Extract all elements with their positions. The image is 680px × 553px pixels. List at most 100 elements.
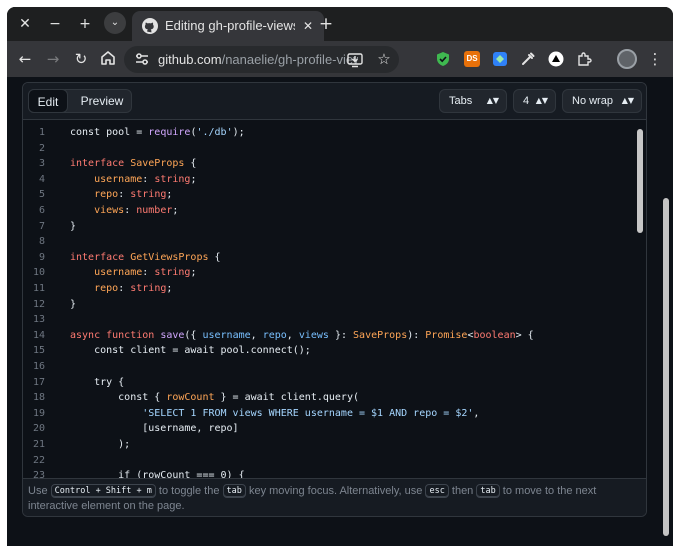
wrap-mode-select[interactable]: No wrap ▲▼	[562, 89, 642, 113]
code-line[interactable]: 16	[23, 359, 635, 375]
code-line[interactable]: 8	[23, 234, 635, 250]
editor-help-footer: Use Control + Shift + m to toggle the ta…	[23, 478, 646, 516]
shortcut-key: tab	[476, 484, 500, 498]
more-menu-icon[interactable]: ⋮	[645, 49, 665, 69]
code-line[interactable]: 23 if (rowCount === 0) {	[23, 468, 635, 478]
code-line[interactable]: 19 'SELECT 1 FROM views WHERE username =…	[23, 406, 635, 422]
page-content: Edit Preview Tabs ▲▼ 4 ▲▼ No wrap ▲▼ 23 …	[7, 77, 673, 546]
line-number: 9	[38, 251, 45, 263]
puzzle-icon[interactable]	[576, 51, 592, 67]
indent-size-value: 4	[523, 95, 530, 107]
tab-title: Editing gh-profile-views/	[165, 18, 295, 33]
url-path: /nanaelie/gh-profile-views/e…	[221, 52, 358, 67]
line-number: 6	[38, 205, 45, 216]
help-text: Use	[28, 485, 48, 497]
code-line[interactable]: 13	[23, 312, 635, 328]
line-number: 20	[32, 423, 45, 435]
code-text: interface SaveProps {	[70, 158, 197, 170]
code-line[interactable]: 18 const { rowCount } = await client.que…	[23, 390, 635, 406]
active-tab[interactable]: Editing gh-profile-views/ ✕	[132, 11, 324, 41]
shield-icon[interactable]	[435, 51, 451, 67]
select-caret-icon: ▲▼	[621, 96, 634, 105]
code-text: repo: string;	[94, 189, 173, 201]
code-text: }	[70, 220, 77, 232]
code-line[interactable]: 11 repo: string;	[23, 281, 635, 297]
code-line[interactable]: 22	[23, 453, 635, 469]
line-number: 11	[32, 283, 45, 294]
browser-toolbar: ← → ↻ github.com/nanaelie/gh-profile-vie…	[7, 41, 673, 77]
triangle-extension-icon[interactable]	[548, 51, 564, 67]
code-line[interactable]: 14 async function save({ username, repo, …	[23, 328, 635, 344]
line-number: 10	[32, 267, 45, 279]
code-text: repo: string;	[94, 283, 173, 294]
line-number: 5	[38, 189, 45, 201]
bookmark-star-icon[interactable]: ☆	[374, 49, 394, 69]
help-text: then	[451, 485, 474, 497]
ds-extension-icon[interactable]: DS	[464, 51, 480, 67]
tab-search-button[interactable]: ⌄	[104, 12, 126, 34]
code-line[interactable]: 21 );	[23, 437, 635, 453]
indent-size-select[interactable]: 4 ▲▼	[513, 89, 556, 113]
editor-header: Edit Preview Tabs ▲▼ 4 ▲▼ No wrap ▲▼	[23, 83, 646, 120]
shortcut-key: Control + Shift + m	[50, 484, 156, 498]
line-number: 17	[32, 376, 45, 388]
line-number: 2	[38, 142, 45, 154]
code-scrollbar-thumb[interactable]	[637, 129, 643, 233]
shortcut-key: esc	[425, 484, 449, 498]
address-bar[interactable]: github.com/nanaelie/gh-profile-views/e… …	[124, 46, 399, 73]
back-arrow-icon[interactable]: ←	[15, 49, 35, 69]
code-line[interactable]: 1 const pool = require('./db');	[23, 125, 635, 141]
tab-strip: ✕ − + ⌄ Editing gh-profile-views/ ✕ +	[7, 7, 673, 41]
code-text: try {	[70, 376, 125, 388]
maximize-window-icon[interactable]: +	[75, 14, 95, 34]
code-line[interactable]: 15 const client = await pool.connect();	[23, 343, 635, 359]
gem-extension-icon[interactable]	[492, 51, 508, 67]
close-window-icon[interactable]: ✕	[15, 14, 35, 34]
reload-icon[interactable]: ↻	[71, 49, 91, 69]
code-line[interactable]: 10 username: string;	[23, 265, 635, 281]
line-number: 7	[38, 220, 45, 232]
code-text: username: string;	[94, 267, 197, 279]
site-settings-icon[interactable]	[134, 51, 150, 67]
shortcut-key: tab	[222, 484, 246, 498]
code-line[interactable]: 12}	[23, 297, 635, 313]
code-line[interactable]: 4 username: string;	[23, 172, 635, 188]
code-text: );	[70, 439, 131, 450]
new-tab-icon[interactable]: +	[316, 14, 336, 34]
minimize-window-icon[interactable]: −	[45, 14, 65, 34]
line-number: 23	[32, 470, 45, 478]
code-line[interactable]: 9 interface GetViewsProps {	[23, 250, 635, 266]
line-number: 13	[32, 314, 45, 326]
code-area[interactable]: 23 if (rowCount === 0) {22 21 ); 20 [usern…	[23, 120, 646, 478]
code-line[interactable]: 5 repo: string;	[23, 187, 635, 203]
select-caret-icon: ▲▼	[486, 96, 499, 105]
code-line[interactable]: 3 interface SaveProps {	[23, 156, 635, 172]
close-tab-icon[interactable]: ✕	[298, 16, 318, 36]
code-line[interactable]: 6 views: number;	[23, 203, 635, 219]
code-text: username: string;	[94, 173, 197, 185]
install-app-icon[interactable]	[346, 51, 364, 69]
code-line[interactable]: 20 [username, repo]	[23, 421, 635, 437]
code-text: const { rowCount } = await client.query(	[70, 392, 359, 404]
profile-avatar[interactable]	[617, 49, 637, 69]
eyedropper-icon[interactable]	[520, 51, 536, 67]
code-text: 'SELECT 1 FROM views WHERE username = $1…	[142, 407, 480, 419]
line-number: 1	[38, 127, 45, 138]
forward-arrow-icon[interactable]: →	[43, 49, 63, 69]
indent-mode-select[interactable]: Tabs ▲▼	[439, 89, 507, 113]
code-line[interactable]: 7}	[23, 219, 635, 235]
preview-tab[interactable]: Preview	[74, 89, 130, 113]
code-text: }	[70, 298, 77, 310]
code-line[interactable]: 2	[23, 141, 635, 157]
line-number: 3	[38, 158, 45, 170]
page-scrollbar-thumb[interactable]	[663, 198, 669, 536]
code-editor: Edit Preview Tabs ▲▼ 4 ▲▼ No wrap ▲▼ 23 …	[22, 82, 647, 517]
home-icon[interactable]	[98, 48, 118, 68]
code-line[interactable]: 17 try {	[23, 375, 635, 391]
edit-tab[interactable]: Edit	[28, 89, 68, 113]
line-number: 18	[32, 392, 45, 404]
line-number: 16	[32, 361, 45, 372]
url-text: github.com/nanaelie/gh-profile-views/e…	[158, 52, 358, 68]
code-text: const client = await pool.connect();	[70, 345, 311, 357]
help-text: to move to the next	[502, 485, 597, 497]
